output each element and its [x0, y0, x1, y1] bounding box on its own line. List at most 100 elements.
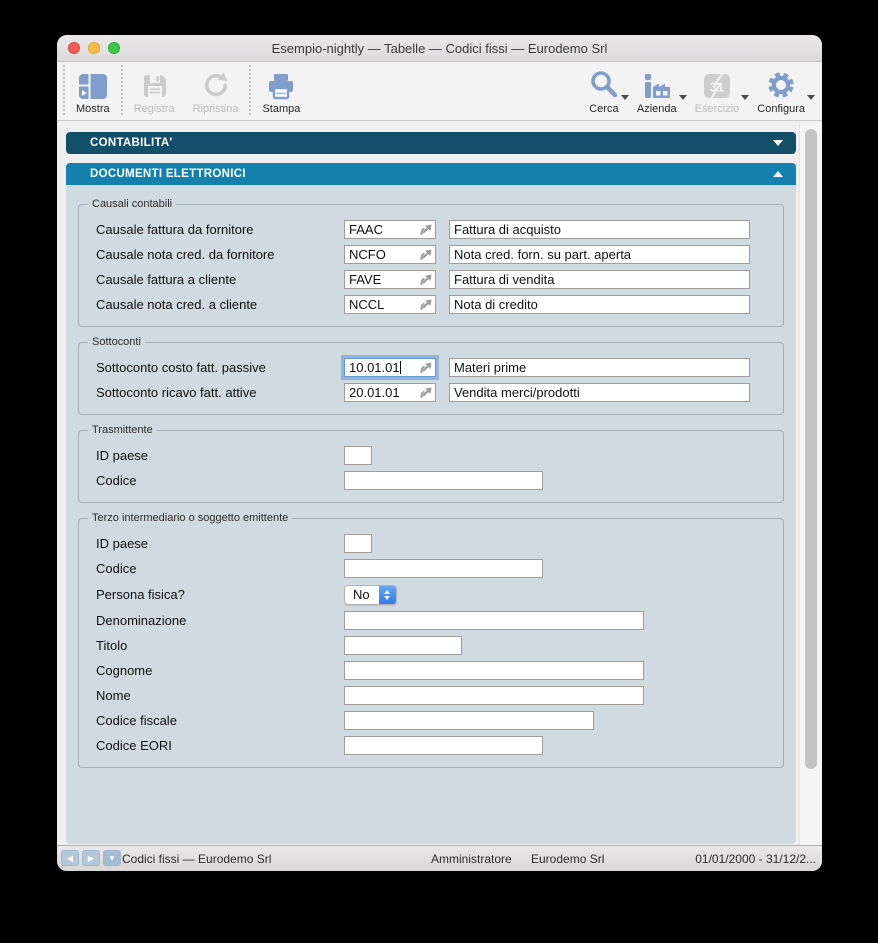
status-bar: ◀ ▶ ▼ Codici fissi — Eurodemo Srl Ammini… [57, 845, 822, 871]
field-label: Cognome [96, 663, 153, 678]
cognome-input[interactable] [344, 661, 644, 680]
code-field-wrap [344, 358, 436, 377]
form-row: Causale nota cred. da fornitore [96, 242, 773, 267]
causale-nota-cred-cliente-desc-input[interactable] [449, 295, 750, 314]
codice-eori-input[interactable] [344, 736, 543, 755]
chevron-up-icon [384, 589, 391, 594]
documenti-elettronici-panel: Causali contabili Causale fattura da for… [66, 185, 796, 844]
chevron-down-icon [384, 595, 391, 600]
content-area: CONTABILITA' DOCUMENTI ELETTRONICI Causa… [57, 122, 822, 845]
trasmittente-codice-input[interactable] [344, 471, 543, 490]
toolbar-button-configura[interactable]: Configura [748, 70, 815, 115]
nome-input[interactable] [344, 686, 644, 705]
goto-record-icon[interactable] [418, 222, 434, 243]
titolo-input[interactable] [344, 636, 462, 655]
form-row: Sottoconto ricavo fatt. attive [96, 380, 773, 405]
calendar-icon: 31 [702, 70, 732, 100]
sottoconto-costo-desc-input[interactable] [449, 358, 750, 377]
sottoconto-ricavo-desc-input[interactable] [449, 383, 750, 402]
toolbar-button-registra[interactable]: Registra [125, 70, 184, 115]
scrollbar-thumb[interactable] [805, 129, 817, 769]
form-row: Cognome [96, 658, 773, 683]
title-bar[interactable]: Esempio-nightly — Tabelle — Codici fissi… [57, 35, 822, 62]
nav-prev-icon[interactable]: ◀ [61, 850, 79, 866]
search-icon [589, 70, 619, 100]
statusbar-user: Amministratore [431, 852, 512, 866]
toolbar-label: Registra [133, 103, 175, 115]
popup-stepper-icon [378, 585, 396, 604]
group-trasmittente: Trasmittente ID paese Codice [78, 424, 784, 503]
code-field-wrap [344, 295, 436, 314]
code-field-wrap [344, 270, 436, 289]
toolbar-separator [63, 65, 65, 115]
toolbar-button-ripristina[interactable]: Ripristina [184, 70, 248, 115]
group-legend: Terzo intermediario o soggetto emittente [92, 512, 289, 524]
toolbar: Mostra Registra Ripristina Stampa Cerca … [57, 62, 822, 121]
chevron-down-icon [807, 95, 815, 100]
codice-fiscale-input[interactable] [344, 711, 594, 730]
toolbar-button-mostra[interactable]: Mostra [67, 70, 119, 115]
revert-icon [202, 70, 230, 100]
group-legend: Trasmittente [92, 424, 153, 436]
persona-fisica-value: No [353, 587, 370, 602]
terzo-codice-input[interactable] [344, 559, 543, 578]
section-label: CONTABILITA' [90, 137, 173, 149]
field-label: Causale fattura da fornitore [96, 222, 254, 237]
causale-nota-cred-fornitore-desc-input[interactable] [449, 245, 750, 264]
toolbar-button-stampa[interactable]: Stampa [253, 70, 309, 115]
code-field-wrap [344, 220, 436, 239]
field-label: Sottoconto ricavo fatt. attive [96, 385, 257, 400]
gear-icon [766, 70, 796, 100]
toolbar-label: Mostra [76, 103, 110, 115]
causale-fattura-fornitore-desc-input[interactable] [449, 220, 750, 239]
terzo-id-paese-input[interactable] [344, 534, 372, 553]
causale-fattura-cliente-desc-input[interactable] [449, 270, 750, 289]
window-zoom-icon[interactable] [108, 42, 120, 54]
toolbar-label: Configura [757, 103, 805, 115]
toolbar-label: Esercizio [694, 103, 740, 115]
toolbar-button-azienda[interactable]: Azienda [628, 70, 687, 115]
goto-record-icon[interactable] [418, 360, 434, 381]
form-row: Causale nota cred. a cliente [96, 292, 773, 317]
toolbar-separator [249, 65, 252, 115]
save-icon [140, 70, 169, 100]
form-row: Codice [96, 556, 773, 581]
toolbar-button-cerca[interactable]: Cerca [580, 70, 629, 115]
statusbar-period: 01/01/2000 - 31/12/2... [695, 852, 816, 866]
window-close-icon[interactable] [68, 42, 80, 54]
form-row: Sottoconto costo fatt. passive [96, 355, 773, 380]
field-label: Codice [96, 561, 137, 576]
section-label: DOCUMENTI ELETTRONICI [90, 168, 246, 180]
traffic-lights [68, 42, 120, 54]
nav-next-icon[interactable]: ▶ [82, 850, 100, 866]
vertical-scrollbar[interactable] [799, 122, 822, 845]
denominazione-input[interactable] [344, 611, 644, 630]
field-label: Titolo [96, 638, 128, 653]
window-minimize-icon[interactable] [88, 42, 100, 54]
goto-record-icon[interactable] [418, 385, 434, 406]
form-row: Denominazione [96, 608, 773, 633]
code-field-wrap [344, 245, 436, 264]
field-label: Causale fattura a cliente [96, 272, 237, 287]
goto-record-icon[interactable] [418, 297, 434, 318]
trasmittente-id-paese-input[interactable] [344, 446, 372, 465]
goto-record-icon[interactable] [418, 247, 434, 268]
field-label: Denominazione [96, 613, 187, 628]
form-row: Causale fattura da fornitore [96, 217, 773, 242]
persona-fisica-select[interactable]: No [344, 584, 397, 605]
toolbar-separator [120, 65, 123, 115]
statusbar-context: Codici fissi — Eurodemo Srl [122, 852, 272, 866]
nav-list-icon[interactable]: ▼ [103, 850, 121, 866]
form-row: Codice EORI [96, 733, 773, 758]
chevron-up-icon [773, 171, 783, 177]
section-header-documenti-elettronici[interactable]: DOCUMENTI ELETTRONICI [66, 163, 796, 185]
field-label: Sottoconto costo fatt. passive [96, 360, 266, 375]
field-label: Codice EORI [96, 738, 172, 753]
app-window: Esempio-nightly — Tabelle — Codici fissi… [57, 35, 822, 871]
goto-record-icon[interactable] [418, 272, 434, 293]
code-field-wrap [344, 383, 436, 402]
toolbar-button-esercizio[interactable]: 31 Esercizio [686, 70, 750, 115]
section-header-contabilita[interactable]: CONTABILITA' [66, 132, 796, 154]
show-panel-icon [78, 70, 108, 100]
svg-text:31: 31 [710, 80, 724, 95]
